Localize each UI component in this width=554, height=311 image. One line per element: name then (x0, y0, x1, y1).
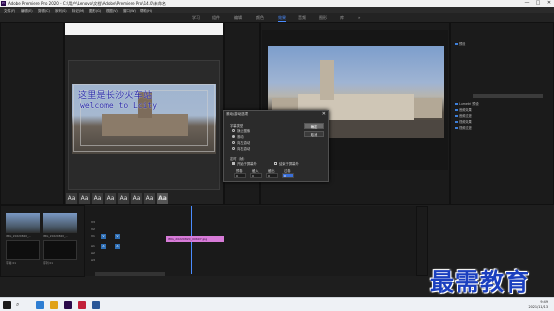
style-swatch[interactable]: Aa (157, 193, 168, 204)
project-thumb[interactable] (6, 213, 40, 233)
ease-in-input[interactable]: 0 (250, 173, 262, 178)
station-clock-tower (320, 60, 334, 100)
premiere-taskbar-icon[interactable] (64, 301, 72, 309)
watermark-logo: 最需教育 (430, 267, 530, 296)
tree-item-selected[interactable] (473, 94, 543, 98)
app-taskbar-icon[interactable] (78, 301, 86, 309)
workspace-assembly[interactable]: 组件 (212, 15, 220, 21)
track-a1-label: A1 (91, 244, 95, 248)
file-explorer-icon[interactable] (50, 301, 58, 309)
ok-button[interactable]: 确定 (304, 123, 324, 129)
tree-item-video-effects[interactable]: 视频效果 (455, 119, 472, 124)
style-swatch[interactable]: Aa (118, 193, 129, 204)
timeline-scrollbar[interactable] (95, 272, 165, 276)
search-icon[interactable]: ⌕ (16, 301, 19, 309)
radio-still[interactable] (232, 129, 235, 132)
dialog-close-icon[interactable]: ✕ (322, 111, 326, 117)
track-target-v1[interactable]: V (101, 234, 106, 239)
track-a3-label: A3 (91, 258, 95, 262)
workspace-editing[interactable]: 编辑 (234, 15, 242, 21)
project-thumb[interactable] (43, 240, 77, 260)
track-a2-label: A2 (91, 251, 95, 255)
track-v2-label: V2 (91, 227, 95, 231)
start-offscreen-checkbox[interactable] (232, 162, 235, 165)
track-v1-label: V1 (91, 234, 95, 238)
postroll-input[interactable]: 0 (282, 173, 294, 178)
taskbar-clock[interactable]: 9:49 2021/11/13 (528, 300, 548, 309)
style-swatch[interactable]: Aa (92, 193, 103, 204)
tree-item-video-transitions[interactable]: 视频过渡 (455, 125, 472, 130)
radio-still-label: 静止图像 (237, 129, 251, 133)
radio-roll[interactable] (232, 135, 235, 138)
project-thumb-label: 序列 01 (43, 261, 54, 265)
project-thumb[interactable] (6, 240, 40, 260)
radio-crawl-left-label: 向左游动 (237, 141, 251, 145)
roll-crawl-options-dialog: 滚动/游动选项 ✕ 字幕类型 静止图像 滚动 向左游动 向右游动 确定 取消 定… (223, 110, 329, 182)
premiere-logo-icon: Pr (1, 1, 6, 6)
tree-item-audio-transitions[interactable]: 音频过渡 (455, 113, 472, 118)
title-text-line1[interactable]: 这里是长沙火车站 (78, 88, 152, 101)
radio-crawl-right-label: 向右游动 (237, 147, 251, 151)
workspace-bar: 学习 组件 编辑 颜色 效果 音频 图形 库 » (0, 13, 554, 22)
cancel-button[interactable]: 取消 (304, 131, 324, 137)
close-window-button[interactable]: ✕ (544, 0, 554, 7)
track-toggle-v1[interactable]: V (115, 234, 120, 239)
start-menu-icon[interactable] (3, 301, 11, 309)
end-offscreen-label: 结束于屏幕外 (279, 162, 299, 166)
tree-item-lumetri[interactable]: Lumetri 预设 (455, 101, 479, 106)
timeline-panel: V3 V2 V1 A1 A2 A3 V A V A (85, 206, 416, 276)
workspace-color[interactable]: 颜色 (256, 15, 264, 21)
workspace-audio[interactable]: 音频 (298, 15, 306, 21)
timeline-clip[interactable]: IMG_20220820_00697.jpg (166, 236, 224, 242)
style-swatch[interactable]: Aa (79, 193, 90, 204)
clock-date: 2021/11/13 (528, 304, 548, 309)
project-thumb-label: 字幕 01 (6, 261, 17, 265)
end-offscreen-checkbox[interactable] (274, 162, 277, 165)
edge-browser-icon[interactable] (36, 301, 44, 309)
start-offscreen-label: 开始于屏幕外 (237, 162, 257, 166)
audio-meter-panel (416, 206, 428, 276)
ease-out-input[interactable]: 0 (266, 173, 278, 178)
minimize-button[interactable]: — (522, 0, 532, 7)
style-swatch[interactable]: Aa (144, 193, 155, 204)
project-thumb-label: IMG_20220820_... (43, 234, 69, 238)
tools-panel (0, 22, 64, 205)
track-v3-label: V3 (91, 220, 95, 224)
preroll-input[interactable]: 0 (234, 173, 246, 178)
workspace-libraries[interactable]: 库 (340, 15, 344, 21)
style-swatch[interactable]: Aa (105, 193, 116, 204)
maximize-button[interactable]: □ (533, 0, 543, 7)
radio-roll-label: 滚动 (237, 135, 244, 139)
track-toggle-a1[interactable]: A (115, 244, 120, 249)
workspace-effects[interactable]: 效果 (278, 15, 286, 22)
windows-taskbar: ⌕ 9:49 2021/11/13 (0, 297, 554, 311)
tree-item-audio-effects[interactable]: 音频效果 (455, 107, 472, 112)
word-taskbar-icon[interactable] (92, 301, 100, 309)
radio-crawl-right[interactable] (232, 147, 235, 150)
project-thumb[interactable] (43, 213, 77, 233)
title-toolbar (65, 23, 223, 35)
track-target-a1[interactable]: A (101, 244, 106, 249)
title-text-line2[interactable]: welcome to Lcity (80, 101, 157, 110)
style-swatch[interactable]: Aa (66, 193, 77, 204)
effects-panel: 预设 Lumetri 预设 音频效果 音频过渡 视频效果 视频过渡 (450, 22, 554, 205)
workspace-learn[interactable]: 学习 (192, 15, 200, 21)
project-thumb-label: IMG_20220820_... (6, 234, 32, 238)
workspace-more-icon[interactable]: » (358, 15, 360, 20)
style-swatch[interactable]: Aa (131, 193, 142, 204)
tree-item-presets[interactable]: 预设 (455, 41, 465, 46)
workspace-graphics[interactable]: 图形 (319, 15, 327, 21)
window-titlebar: Pr Adobe Premiere Pro 2020 - C:\用户\Lenov… (0, 0, 554, 7)
dialog-title: 滚动/游动选项 (226, 112, 249, 116)
radio-crawl-left[interactable] (232, 141, 235, 144)
